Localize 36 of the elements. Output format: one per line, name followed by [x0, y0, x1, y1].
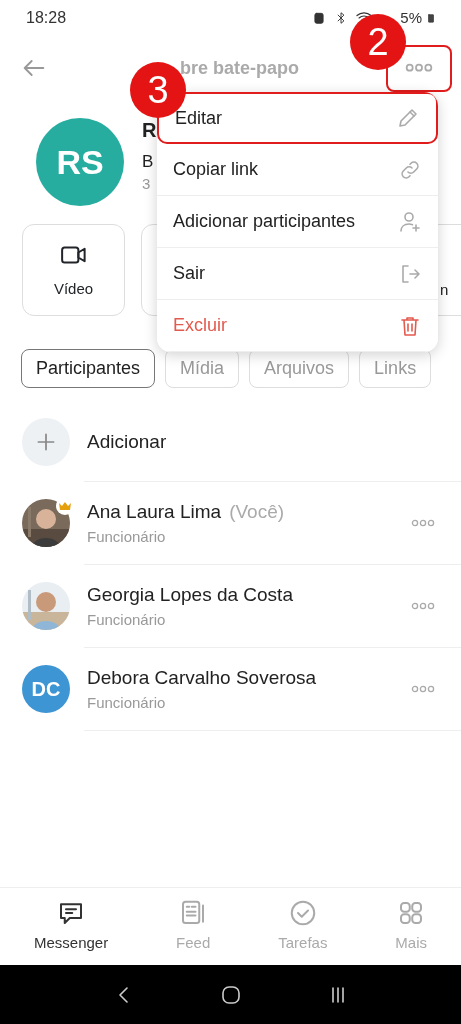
- more-icon: [405, 63, 433, 73]
- more-icon: [411, 685, 435, 693]
- member-role: Funcionário: [87, 527, 167, 547]
- more-button[interactable]: [411, 602, 435, 610]
- battery-icon: [426, 11, 436, 25]
- more-button[interactable]: [411, 685, 435, 693]
- add-label: Adicionar: [87, 429, 167, 454]
- member-name: Ana Laura Lima: [87, 499, 222, 524]
- pencil-icon: [396, 106, 420, 130]
- tab[interactable]: Participantes: [21, 348, 156, 388]
- more-icon: [411, 519, 435, 527]
- status-time: 18:28: [26, 8, 67, 28]
- action-label: n: [440, 279, 449, 300]
- more-icon: [411, 602, 435, 610]
- member-name: Debora Carvalho Soverosa: [87, 665, 317, 690]
- menu-item[interactable]: Copiar link: [157, 144, 438, 196]
- more-button[interactable]: [405, 63, 433, 73]
- menu-item[interactable]: Excluir: [157, 300, 438, 352]
- nav-tab[interactable]: Messenger: [27, 897, 115, 956]
- member-name: Georgia Lopes da Costa: [87, 582, 293, 607]
- notification-icon: [312, 11, 327, 25]
- member-role: Funcionário: [87, 693, 167, 713]
- chat-avatar: RS: [36, 118, 124, 206]
- member-role: Funcionário: [87, 610, 167, 630]
- member-count: 3: [142, 176, 151, 192]
- page-title: bre bate-papo: [180, 56, 299, 80]
- more-button[interactable]: [411, 519, 435, 527]
- menu-item[interactable]: Sair: [157, 248, 438, 300]
- chat-description: B: [142, 152, 154, 172]
- chat-name: R: [142, 118, 157, 142]
- member-avatar: DC: [22, 665, 70, 713]
- video-call-button[interactable]: Vídeo: [22, 224, 125, 316]
- menu-item[interactable]: Adicionar participantes: [157, 196, 438, 248]
- add-button[interactable]: [22, 418, 70, 466]
- add-person-icon: [398, 209, 422, 234]
- member-tag: (Você): [229, 497, 285, 526]
